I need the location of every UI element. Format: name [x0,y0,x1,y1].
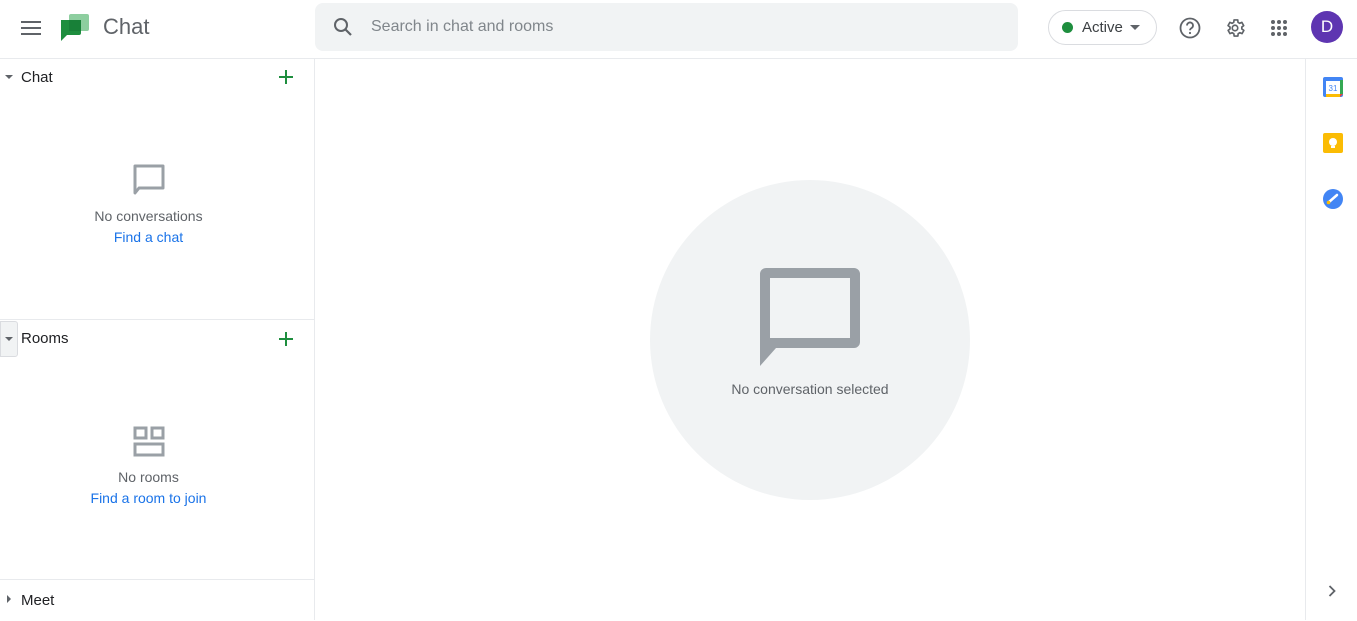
chevron-down-icon [1129,25,1140,30]
account-avatar[interactable]: D [1311,11,1343,43]
find-a-chat-link[interactable]: Find a chat [114,229,183,245]
apps-grid-icon [1271,20,1287,36]
start-chat-button[interactable] [274,65,298,89]
section-divider [0,579,314,580]
calendar-icon[interactable]: 31 [1323,77,1343,97]
meet-section-title[interactable]: Meet [21,592,54,609]
search-bar[interactable] [315,3,1018,51]
chat-bubble-icon [133,164,164,195]
menu-icon [21,21,41,35]
plus-icon [279,332,293,346]
search-input[interactable] [371,3,991,51]
help-button[interactable] [1173,11,1207,45]
rooms-section-title[interactable]: Rooms [21,330,69,347]
settings-icon [1227,19,1245,37]
create-room-button[interactable] [274,327,298,351]
no-rooms-text: No rooms [118,469,179,485]
main-menu-button[interactable] [15,12,47,44]
no-conversations-text: No conversations [94,208,203,224]
conversation-pane: No conversation selected [315,59,1305,620]
google-chat-logo[interactable] [61,14,89,42]
no-conversation-selected-text: No conversation selected [731,381,889,397]
find-room-link[interactable]: Find a room to join [91,490,207,506]
expand-triangle-icon [7,595,11,603]
help-icon [1179,17,1201,39]
chat-empty-state: No conversations Find a chat [0,163,297,247]
side-panel: 31 [1305,59,1357,620]
google-apps-button[interactable] [1262,11,1296,45]
chat-section-title[interactable]: Chat [21,69,53,86]
app-title: Chat [103,14,150,39]
search-icon[interactable] [331,15,355,39]
plus-icon [279,70,293,84]
calendar-date: 31 [1329,84,1338,93]
top-bar: Chat Active [0,0,1357,59]
status-indicator [1062,22,1073,33]
chat-section-header: Chat [0,59,314,99]
status-label: Active [1082,19,1123,36]
collapse-triangle-icon [5,337,13,341]
avatar-initial: D [1320,17,1334,36]
rooms-icon [133,426,164,457]
expand-side-panel-button[interactable] [1322,581,1342,601]
meet-section-header: Meet [0,581,314,621]
sidebar: Chat No conversations Find a chat Rooms [0,59,315,620]
rooms-section-toggle[interactable] [0,321,18,357]
empty-state-circle: No conversation selected [650,180,970,500]
rooms-empty-state: No rooms Find a room to join [0,426,297,508]
chat-bubble-icon [760,268,860,366]
status-dropdown[interactable]: Active [1048,10,1157,45]
collapse-triangle-icon [5,75,13,79]
chat-section-toggle[interactable] [0,59,18,95]
chevron-right-icon [1328,585,1336,597]
rooms-section-header: Rooms [0,321,314,361]
keep-icon[interactable] [1323,133,1343,153]
meet-section-toggle[interactable] [0,581,18,617]
tasks-icon[interactable] [1323,189,1343,209]
settings-button[interactable] [1218,11,1252,45]
section-divider [0,319,314,320]
